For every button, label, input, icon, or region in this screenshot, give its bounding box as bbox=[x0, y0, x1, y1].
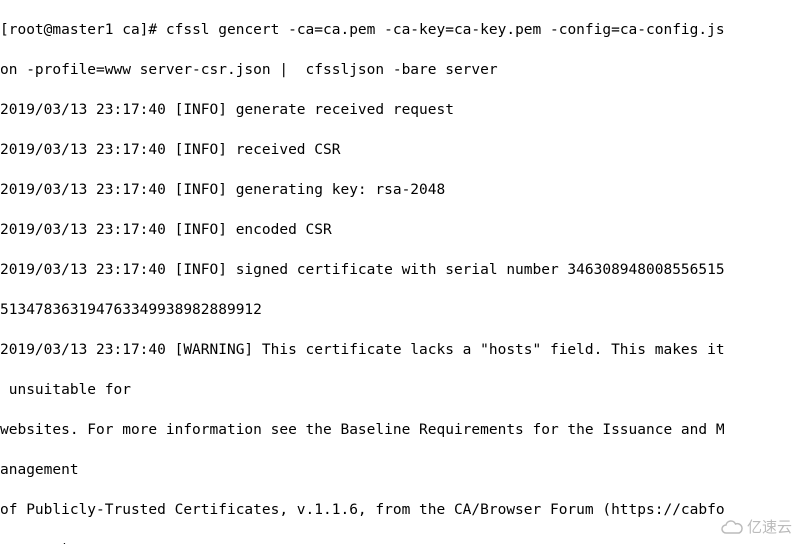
output-line: unsuitable for bbox=[0, 380, 800, 400]
output-line: 2019/03/13 23:17:40 [INFO] generate rece… bbox=[0, 100, 800, 120]
output-line: 2019/03/13 23:17:40 [INFO] encoded CSR bbox=[0, 220, 800, 240]
cmd-line-1-cont: on -profile=www server-csr.json | cfsslj… bbox=[0, 60, 800, 80]
output-line: of Publicly-Trusted Certificates, v.1.1.… bbox=[0, 500, 800, 520]
output-line: 2019/03/13 23:17:40 [INFO] signed certif… bbox=[0, 260, 800, 280]
cloud-icon bbox=[719, 520, 745, 536]
terminal-output: [root@master1 ca]# cfssl gencert -ca=ca.… bbox=[0, 0, 800, 544]
watermark-text: 亿速云 bbox=[747, 518, 792, 538]
output-line: rum.org); bbox=[0, 540, 800, 544]
shell-prompt: [root@master1 ca]# bbox=[0, 22, 166, 38]
output-line: websites. For more information see the B… bbox=[0, 420, 800, 440]
command-text: cfssl gencert -ca=ca.pem -ca-key=ca-key.… bbox=[166, 22, 725, 38]
output-line: 2019/03/13 23:17:40 [INFO] generating ke… bbox=[0, 180, 800, 200]
output-line: anagement bbox=[0, 460, 800, 480]
output-line: 2019/03/13 23:17:40 [WARNING] This certi… bbox=[0, 340, 800, 360]
cmd-line-1: [root@master1 ca]# cfssl gencert -ca=ca.… bbox=[0, 20, 800, 40]
output-line: 2019/03/13 23:17:40 [INFO] received CSR bbox=[0, 140, 800, 160]
watermark-logo: 亿速云 bbox=[719, 518, 792, 538]
output-line: 513478363194763349938982889912 bbox=[0, 300, 800, 320]
